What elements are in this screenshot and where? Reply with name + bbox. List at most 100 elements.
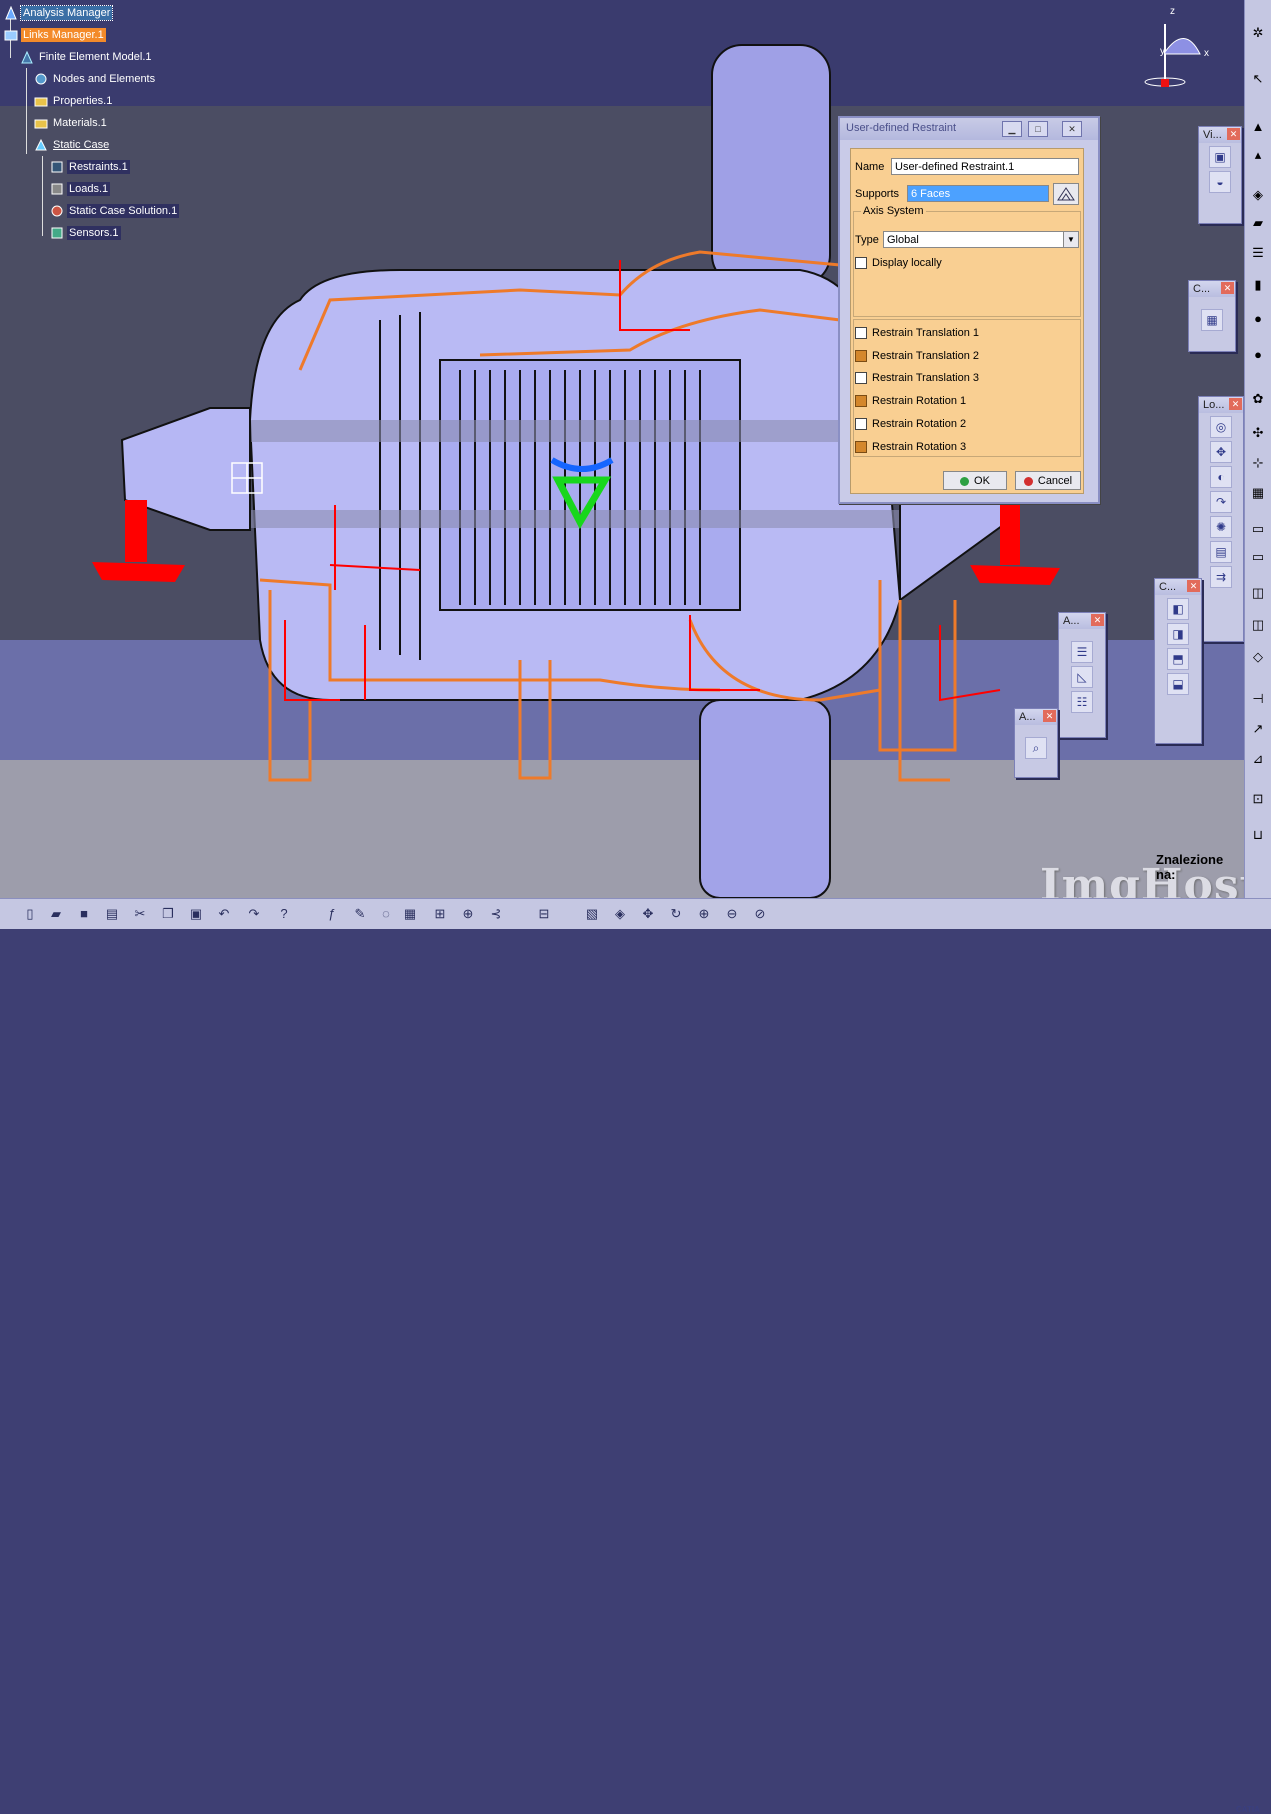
close-icon[interactable]: ✕ — [1229, 398, 1242, 410]
select-arrow-icon[interactable]: ↖ — [1249, 70, 1267, 88]
deformation-icon[interactable]: ◺ — [1071, 666, 1093, 688]
rotate-icon[interactable]: ↻ — [666, 905, 686, 923]
tree-item-properties[interactable]: Properties.1 — [34, 94, 114, 112]
pivot-icon[interactable]: ⬓ — [1167, 673, 1189, 695]
cube-icon[interactable]: ◈ — [1249, 186, 1267, 204]
table-icon[interactable]: ▦ — [400, 905, 420, 923]
close-button[interactable]: ✕ — [1062, 121, 1082, 137]
checkbox[interactable] — [855, 257, 867, 270]
sheet-2-icon[interactable]: ▭ — [1249, 548, 1267, 566]
cancel-button[interactable]: Cancel — [1015, 471, 1081, 490]
report-icon[interactable]: ☰ — [1071, 641, 1093, 663]
supports-selector-icon[interactable] — [1053, 183, 1079, 205]
restrain-translation-3-checkbox[interactable]: Restrain Translation 3 — [855, 372, 979, 385]
checkbox-checked[interactable] — [855, 350, 867, 363]
force-density-icon[interactable]: ▤ — [1210, 541, 1232, 563]
analysis-node-icon[interactable]: ⊿ — [1249, 750, 1267, 768]
normal-view-icon[interactable]: ⊘ — [750, 905, 770, 923]
pressure-icon[interactable]: ◎ — [1210, 416, 1232, 438]
branch-icon[interactable]: ⊰ — [486, 905, 506, 923]
lock-icon[interactable]: ⊕ — [458, 905, 478, 923]
tree-item-loads[interactable]: Loads.1 — [50, 182, 111, 200]
close-icon[interactable]: ✕ — [1091, 614, 1104, 626]
supports-field[interactable]: 6 Faces — [907, 185, 1049, 202]
traffic-light-icon[interactable]: ● — [1249, 310, 1267, 328]
clamp-icon[interactable]: ◧ — [1167, 598, 1189, 620]
restrain-rotation-3-checkbox[interactable]: Restrain Rotation 3 — [855, 441, 966, 454]
box-2-icon[interactable]: ◫ — [1249, 616, 1267, 634]
distributed-force-icon[interactable]: ✥ — [1210, 441, 1232, 463]
checkbox-checked[interactable] — [855, 395, 867, 408]
zoom-in-icon[interactable]: ⊕ — [694, 905, 714, 923]
tree-item-static-case-solution[interactable]: Static Case Solution.1 — [50, 204, 180, 222]
surface-slider-icon[interactable]: ◨ — [1167, 623, 1189, 645]
bearing-load-icon[interactable]: ↷ — [1210, 491, 1232, 513]
tree-item-nodes-and-elements[interactable]: Nodes and Elements — [34, 72, 157, 90]
paste-icon[interactable]: ▣ — [186, 905, 206, 923]
close-icon[interactable]: ✕ — [1221, 282, 1234, 294]
checkbox[interactable] — [855, 418, 867, 431]
checkbox-checked[interactable] — [855, 441, 867, 454]
compute-icon[interactable]: ▦ — [1201, 309, 1223, 331]
zoom-out-icon[interactable]: ⊖ — [722, 905, 742, 923]
octree-icon[interactable]: ▴ — [1249, 146, 1267, 164]
cube-view-icon[interactable]: ◈ — [610, 905, 630, 923]
magnifier-icon[interactable]: ⌕ — [1025, 737, 1047, 759]
dialog-titlebar[interactable]: User-defined Restraint ▁ □ ✕ — [840, 118, 1098, 140]
3d-viewport[interactable]: Analysis Manager Links Manager.1 Finite … — [0, 0, 1244, 898]
tree-item-restraints[interactable]: Restraints.1 — [50, 160, 130, 178]
tree-item-links-manager[interactable]: Links Manager.1 — [4, 28, 106, 46]
restrain-translation-2-checkbox[interactable]: Restrain Translation 2 — [855, 350, 979, 363]
ruler-icon[interactable]: ⊹ — [1249, 454, 1267, 472]
type-dropdown[interactable]: Global — [883, 231, 1079, 248]
view-mode-icon[interactable]: ▣ — [1209, 146, 1231, 168]
comment-icon[interactable]: ✎ — [350, 905, 370, 923]
print-icon[interactable]: ▤ — [102, 905, 122, 923]
minimize-button[interactable]: ▁ — [1002, 121, 1022, 137]
formula-icon[interactable]: ƒ — [322, 905, 342, 923]
close-icon[interactable]: ✕ — [1227, 128, 1240, 140]
group-icon[interactable]: ▧ — [582, 905, 602, 923]
sphere-icon[interactable]: ● — [1249, 346, 1267, 364]
stress-icon[interactable]: ☷ — [1071, 691, 1093, 713]
restrain-translation-1-checkbox[interactable]: Restrain Translation 1 — [855, 327, 979, 340]
moment-icon[interactable]: ◐ — [1210, 466, 1232, 488]
shading-icon[interactable]: ◒ — [1209, 171, 1231, 193]
layer-icon[interactable]: ▰ — [1249, 214, 1267, 232]
cut-icon[interactable]: ✂ — [130, 905, 150, 923]
redo-icon[interactable]: ↷ — [244, 905, 264, 923]
mesh-icon[interactable]: ▲ — [1249, 118, 1267, 136]
settings-icon[interactable]: ✲ — [1249, 24, 1267, 42]
lock-icon[interactable]: ⊡ — [1249, 790, 1267, 808]
acceleration-icon[interactable]: ✺ — [1210, 516, 1232, 538]
open-folder-icon[interactable]: ▰ — [46, 905, 66, 923]
save-icon[interactable]: ■ — [74, 905, 94, 923]
copy-icon[interactable]: ❐ — [158, 905, 178, 923]
tree-item-sensors[interactable]: Sensors.1 — [50, 226, 121, 244]
light-icon[interactable]: ◌ — [376, 905, 396, 923]
help-icon[interactable]: ? — [274, 905, 294, 923]
stack-icon[interactable]: ☰ — [1249, 244, 1267, 262]
display-locally-checkbox[interactable]: Display locally — [855, 257, 942, 270]
arrow-tool-icon[interactable]: ⊣ — [1249, 690, 1267, 708]
pan-icon[interactable]: ✥ — [638, 905, 658, 923]
structure-icon[interactable]: ⊞ — [430, 905, 450, 923]
sheet-icon[interactable]: ▭ — [1249, 520, 1267, 538]
checkbox[interactable] — [855, 372, 867, 385]
tree-item-finite-element-model[interactable]: Finite Element Model.1 — [20, 50, 154, 68]
vector-icon[interactable]: ↗ — [1249, 720, 1267, 738]
slider-icon[interactable]: ⬒ — [1167, 648, 1189, 670]
tree-item-analysis-manager[interactable]: Analysis Manager — [4, 5, 114, 24]
new-file-icon[interactable]: ▯ — [20, 905, 40, 923]
undo-icon[interactable]: ↶ — [214, 905, 234, 923]
grid-icon[interactable]: ▦ — [1249, 484, 1267, 502]
checkbox[interactable] — [855, 327, 867, 340]
tree-icon[interactable]: ⊟ — [534, 905, 554, 923]
plane-icon[interactable]: ◇ — [1249, 648, 1267, 666]
close-icon[interactable]: ✕ — [1187, 580, 1200, 592]
restrain-rotation-1-checkbox[interactable]: Restrain Rotation 1 — [855, 395, 966, 408]
measure-icon[interactable]: ✣ — [1249, 424, 1267, 442]
cylinder-icon[interactable]: ▮ — [1249, 276, 1267, 294]
box-icon[interactable]: ◫ — [1249, 584, 1267, 602]
tree-item-materials[interactable]: Materials.1 — [34, 116, 109, 134]
